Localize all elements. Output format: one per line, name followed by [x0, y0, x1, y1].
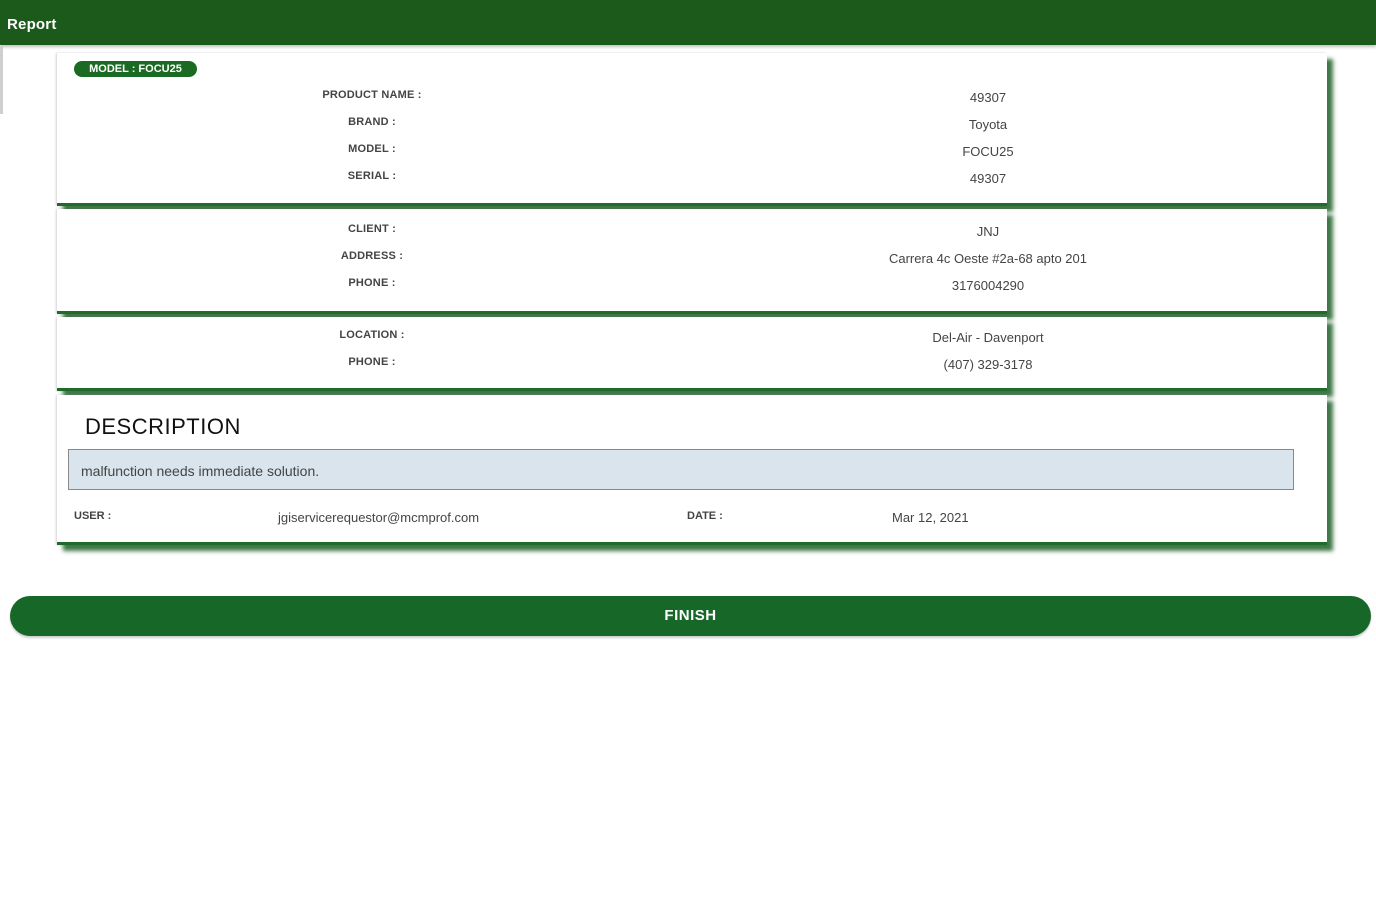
model-label: MODEL : [348, 143, 396, 155]
client-phone-value: 3176004290 [951, 278, 1025, 293]
client-phone-label: PHONE : [348, 277, 396, 289]
date-label: DATE : [687, 510, 723, 522]
location-info-card: LOCATION : Del-Air - Davenport PHONE : (… [57, 317, 1327, 391]
product-name-value: 49307 [969, 90, 1007, 105]
address-value: Carrera 4c Oeste #2a-68 apto 201 [888, 251, 1087, 266]
top-app-bar: Report [0, 0, 1376, 45]
location-phone-value: (407) 329-3178 [943, 357, 1033, 372]
user-value: jgiservicerequestor@mcmprof.com [278, 510, 480, 525]
brand-label: BRAND : [348, 116, 396, 128]
description-card: DESCRIPTION malfunction needs immediate … [57, 395, 1327, 545]
description-title: DESCRIPTION [85, 414, 241, 439]
finish-button[interactable]: FINISH [10, 596, 1371, 636]
page-title: Report [7, 16, 57, 33]
product-info-card: MODEL : FOCU25 PRODUCT NAME : 49307 BRAN… [57, 53, 1327, 206]
address-label: ADDRESS : [340, 250, 404, 262]
user-label: USER : [74, 510, 112, 522]
location-phone-label: PHONE : [348, 356, 396, 368]
brand-value: Toyota [968, 117, 1008, 132]
product-name-label: PRODUCT NAME : [322, 89, 422, 101]
date-value: Mar 12, 2021 [892, 510, 969, 525]
client-label: CLIENT : [347, 223, 397, 235]
location-value: Del-Air - Davenport [932, 330, 1044, 345]
model-value: FOCU25 [962, 144, 1014, 159]
serial-value: 49307 [969, 171, 1007, 186]
client-value: JNJ [976, 224, 1000, 239]
client-info-card: CLIENT : JNJ ADDRESS : Carrera 4c Oeste … [57, 209, 1327, 314]
model-badge: MODEL : FOCU25 [74, 61, 197, 77]
location-label: LOCATION : [339, 329, 405, 341]
left-edge-indicator [0, 46, 3, 114]
serial-label: SERIAL : [347, 170, 397, 182]
description-text-box: malfunction needs immediate solution. [68, 449, 1294, 490]
